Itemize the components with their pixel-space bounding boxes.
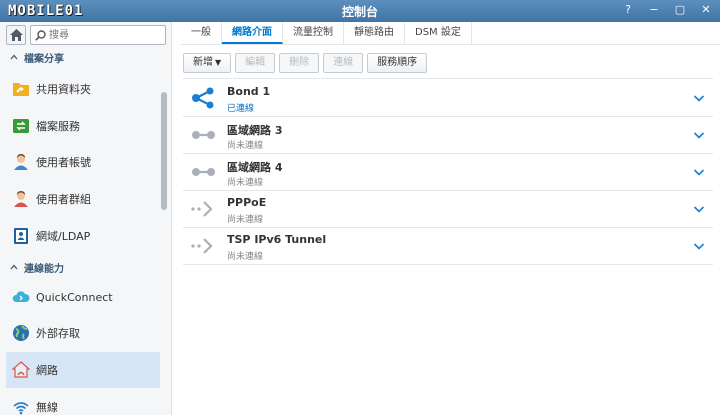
section-header-file-sharing[interactable]: 檔案分享 [10,50,64,65]
interface-row-lan3[interactable]: 區域網路 3 尚未連線 [183,117,713,154]
interface-status: 尚未連線 [227,141,264,151]
tab-bar: 一般 網路介面 流量控制 靜態路由 DSM 設定 [181,22,472,44]
file-services-icon [13,119,29,133]
pppoe-arrow-icon [191,201,213,217]
home-icon [9,29,23,41]
interface-row-tsp-ipv6-tunnel[interactable]: TSP IPv6 Tunnel 尚未連線 [183,228,713,265]
interface-name: 區域網路 4 [227,161,283,174]
sidebar-item-file-services[interactable]: 檔案服務 [6,108,160,144]
service-order-button[interactable]: 服務順序 [367,53,428,73]
sidebar-item-label: 外部存取 [36,327,80,340]
main-panel: 一般 網路介面 流量控制 靜態路由 DSM 設定 新增 ▼ 編輯 刪除 連線 服務… [173,22,720,415]
interface-name: 區域網路 3 [227,124,283,137]
sidebar-item-label: 檔案服務 [36,120,80,133]
interface-name: Bond 1 [227,85,271,98]
section-label: 檔案分享 [24,53,64,65]
sidebar-item-label: 無線 [36,401,58,414]
sidebar: 檔案分享 共用資料夾 檔案服務 使用者帳號 使用者群組 網域/LDAP 連線能力… [0,22,172,415]
sidebar-item-label: 使用者群組 [36,193,91,206]
chevron-down-icon[interactable] [693,130,705,140]
lan-icon [192,168,215,176]
sidebar-top [6,25,166,45]
search-box[interactable] [30,25,166,45]
search-input[interactable] [49,27,161,43]
sidebar-item-external-access[interactable]: 外部存取 [6,315,160,351]
maximize-icon[interactable]: ▢ [674,2,686,18]
sidebar-item-label: 網路 [36,364,58,377]
interface-status: 尚未連線 [227,215,264,225]
toolbar-divider [183,78,713,79]
shared-folder-icon [13,83,29,96]
sidebar-item-user[interactable]: 使用者帳號 [6,144,160,180]
window-controls: ? − ▢ ✕ [622,2,712,18]
sidebar-item-quickconnect[interactable]: QuickConnect [6,279,160,315]
create-button-label: 新增 [193,57,213,68]
interface-list: Bond 1 已連線 區域網路 3 尚未連線 區域網路 4 尚未連線 PPPoE… [183,80,713,265]
domain-ldap-icon [14,228,28,244]
network-house-icon [12,361,30,378]
chevron-down-icon[interactable] [693,241,705,251]
sidebar-scrollbar[interactable] [161,92,167,210]
user-icon [14,154,28,170]
section-label: 連線能力 [24,263,64,275]
close-icon[interactable]: ✕ [700,2,712,18]
sidebar-item-label: QuickConnect [36,290,113,304]
sidebar-item-shared-folder[interactable]: 共用資料夾 [6,71,160,107]
lan-icon [192,131,215,139]
sidebar-item-label: 使用者帳號 [36,156,91,169]
sidebar-item-wireless[interactable]: 無線 [6,389,160,415]
connect-button[interactable]: 連線 [323,53,364,73]
interface-row-lan4[interactable]: 區域網路 4 尚未連線 [183,154,713,191]
sidebar-item-domain-ldap[interactable]: 網域/LDAP [6,218,160,254]
chevron-down-icon[interactable] [693,167,705,177]
edit-button[interactable]: 編輯 [235,53,276,73]
tunnel-arrow-icon [191,238,213,254]
interface-name: TSP IPv6 Tunnel [227,233,327,246]
tab-divider [181,44,720,45]
bond-share-icon [192,87,214,109]
external-access-globe-icon [13,325,29,341]
search-icon [35,30,46,41]
sidebar-item-network[interactable]: 網路 [6,352,160,388]
tab-general[interactable]: 一般 [181,22,222,44]
title-bar: MOBILE01 控制台 ? − ▢ ✕ [0,0,720,22]
tab-static-route[interactable]: 靜態路由 [344,22,405,44]
tab-network-interface[interactable]: 網路介面 [222,22,283,44]
sidebar-item-group[interactable]: 使用者群組 [6,181,160,217]
chevron-up-icon [10,54,18,60]
chevron-up-icon [10,264,18,270]
interface-row-pppoe[interactable]: PPPoE 尚未連線 [183,191,713,228]
chevron-down-icon[interactable] [693,204,705,214]
interface-status: 尚未連線 [227,178,264,188]
chevron-down-icon[interactable] [693,93,705,103]
help-icon[interactable]: ? [622,2,634,18]
interface-status: 尚未連線 [227,252,264,262]
interface-name: PPPoE [227,196,267,209]
quickconnect-cloud-icon [12,291,30,302]
tab-dsm-settings[interactable]: DSM 設定 [405,22,472,44]
window-title: 控制台 [341,5,378,19]
create-button[interactable]: 新增 ▼ [183,53,232,73]
toolbar: 新增 ▼ 編輯 刪除 連線 服務順序 [183,53,428,73]
section-header-connectivity[interactable]: 連線能力 [10,260,64,275]
group-icon [14,191,28,207]
delete-button[interactable]: 刪除 [279,53,320,73]
interface-status: 已連線 [227,104,255,114]
wireless-icon [13,402,29,415]
minimize-icon[interactable]: − [648,2,660,18]
sidebar-item-label: 共用資料夾 [36,83,91,96]
tab-traffic-control[interactable]: 流量控制 [283,22,344,44]
dropdown-caret-icon: ▼ [215,58,222,67]
home-button[interactable] [6,25,26,45]
interface-row-bond1[interactable]: Bond 1 已連線 [183,80,713,117]
sidebar-item-label: 網域/LDAP [36,230,91,243]
